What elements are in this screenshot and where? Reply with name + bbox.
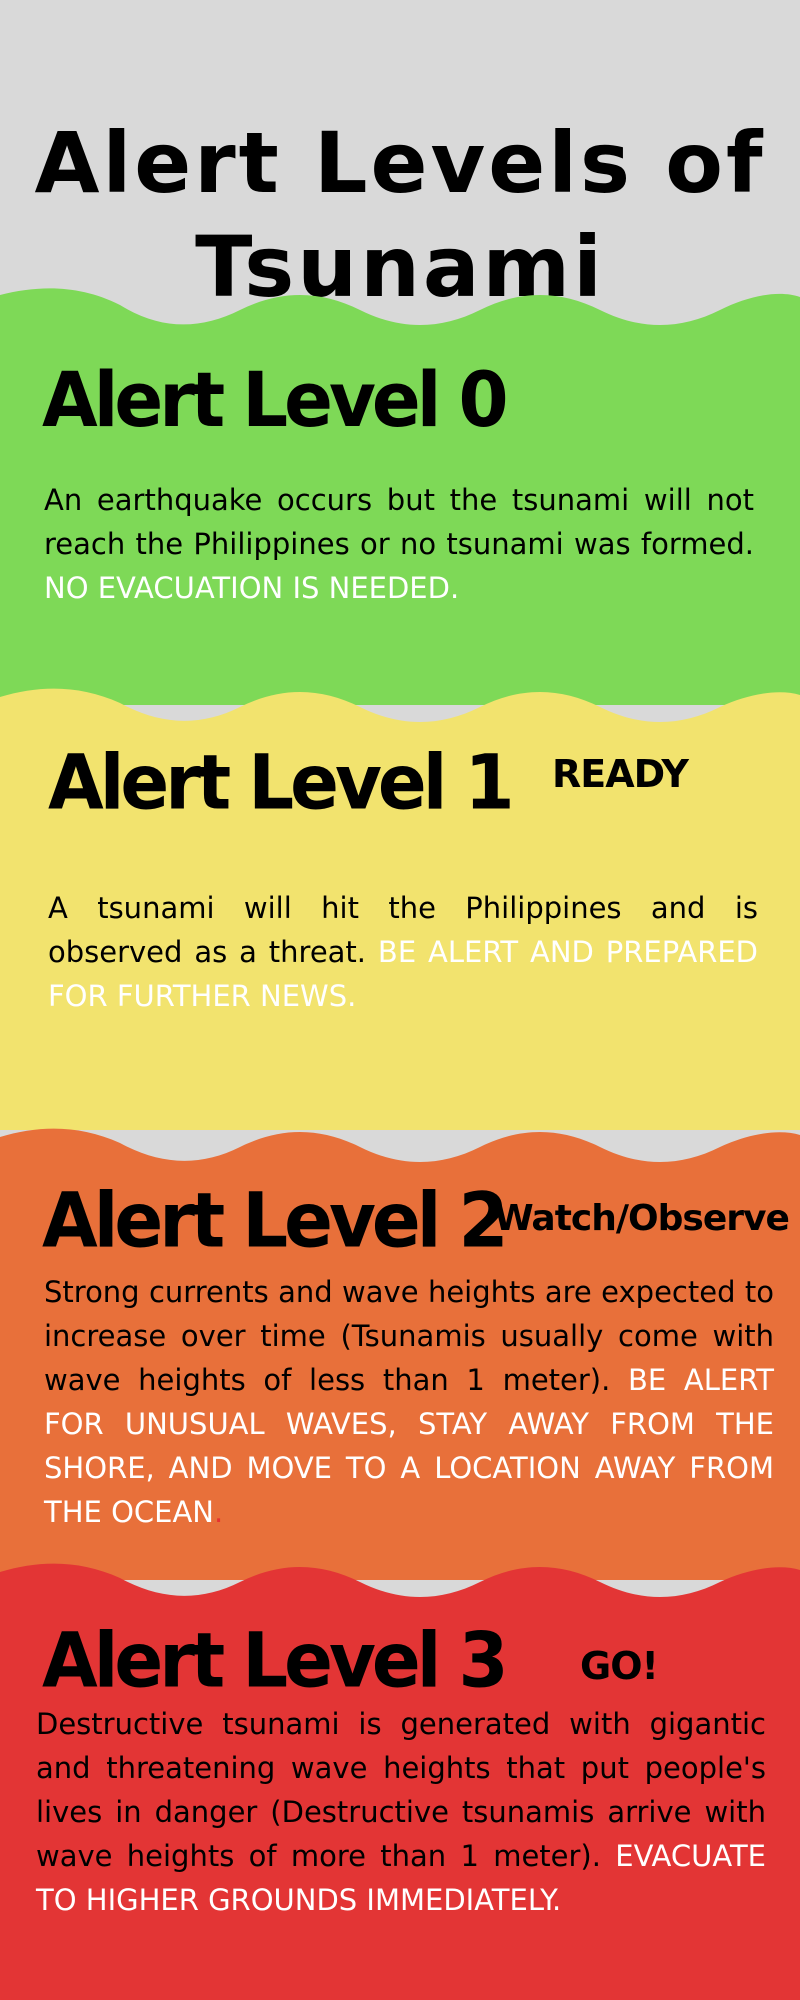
level-1-tag: READY (552, 752, 689, 796)
level-2-tag: Watch/Observe (494, 1198, 790, 1239)
level-3-description: Destructive tsunami is generated with gi… (36, 1702, 766, 1922)
level-2-period: . (214, 1495, 224, 1529)
level-2-description: Strong currents and wave heights are exp… (44, 1270, 774, 1534)
level-1-description: A tsunami will hit the Philippines and i… (48, 886, 758, 1018)
level-0-action: NO EVACUATION IS NEEDED. (44, 571, 460, 605)
infographic: Alert Levels of Tsunami Alert Level 0 An… (0, 0, 800, 2000)
level-0-heading: Alert Level 0 (42, 355, 509, 445)
level-1-heading: Alert Level 1 (48, 737, 515, 827)
level-3-heading: Alert Level 3 (42, 1615, 509, 1705)
level-3-tag: GO! (580, 1644, 659, 1688)
level-2-heading: Alert Level 2 (42, 1175, 509, 1265)
level-0-description: An earthquake occurs but the tsunami wil… (44, 478, 754, 610)
level-0-text: An earthquake occurs but the tsunami wil… (44, 483, 754, 561)
